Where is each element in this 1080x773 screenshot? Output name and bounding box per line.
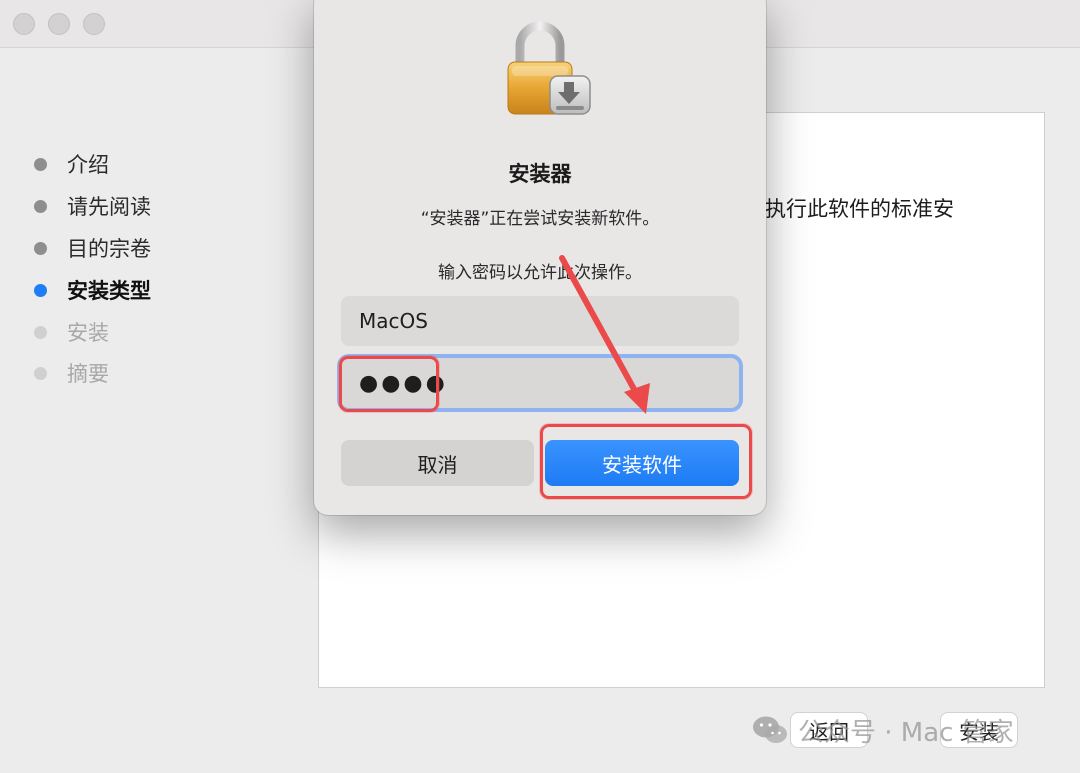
authentication-dialog: 安装器 “安装器”正在尝试安装新软件。 输入密码以允许此次操作。 MacOS ●… <box>314 0 766 515</box>
step-dot <box>34 199 47 213</box>
step-label: 目的宗卷 <box>67 237 151 261</box>
password-field[interactable]: ●●●● <box>341 358 739 408</box>
install-button[interactable]: 安装 <box>940 712 1018 748</box>
zoom-window-button[interactable] <box>83 13 105 35</box>
step-dot <box>34 241 47 255</box>
steps-sidebar: 介绍 请先阅读 目的宗卷 安装类型 安装 摘要 <box>0 48 318 773</box>
step-dot-active <box>34 283 47 297</box>
step-install: 安装 <box>34 317 109 347</box>
lock-installer-icon <box>498 18 598 118</box>
wechat-icon <box>752 715 788 745</box>
dialog-title: 安装器 <box>508 162 572 186</box>
step-label: 请先阅读 <box>67 195 151 219</box>
step-dot <box>34 325 47 339</box>
step-destination: 目的宗卷 <box>34 233 151 263</box>
dialog-prompt: 输入密码以允许此次操作。 <box>438 263 642 283</box>
step-label: 安装 <box>67 321 109 345</box>
step-label: 摘要 <box>67 362 109 386</box>
step-label: 安装类型 <box>67 279 151 303</box>
step-label: 介绍 <box>67 153 109 177</box>
dialog-message: “安装器”正在尝试安装新软件。 <box>420 209 660 229</box>
install-software-button[interactable]: 安装软件 <box>545 440 739 486</box>
step-introduction: 介绍 <box>34 149 109 179</box>
back-button[interactable]: 返回 <box>790 712 868 748</box>
minimize-window-button[interactable] <box>48 13 70 35</box>
step-read-me: 请先阅读 <box>34 191 151 221</box>
step-summary: 摘要 <box>34 358 109 388</box>
step-dot <box>34 366 47 380</box>
close-window-button[interactable] <box>13 13 35 35</box>
step-dot <box>34 157 47 171</box>
step-installation-type: 安装类型 <box>34 275 151 305</box>
content-text: 执行此软件的标准安 <box>765 197 954 221</box>
username-field[interactable]: MacOS <box>341 296 739 346</box>
cancel-button[interactable]: 取消 <box>341 440 534 486</box>
